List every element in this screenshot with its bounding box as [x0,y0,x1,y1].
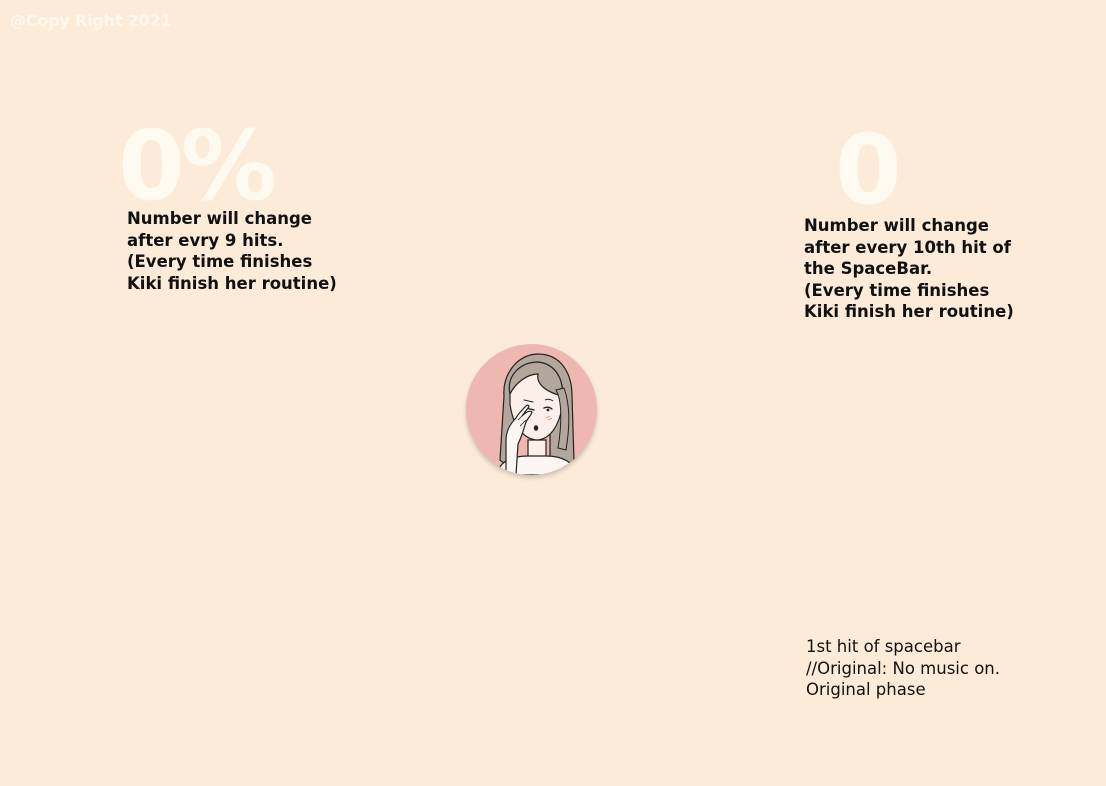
page: @Copy Right 2021 0% Number will change a… [0,0,1106,786]
copyright-text: @Copy Right 2021 [10,11,172,30]
phase-note: 1st hit of spacebar //Original: No music… [806,637,1000,699]
progress-percent: 0% [118,110,277,222]
kiki-avatar[interactable] [466,344,597,475]
progress-note: Number will change after evry 9 hits. (E… [127,209,337,293]
girl-touching-eye-icon [495,353,579,475]
counter-note: Number will change after every 10th hit … [804,216,1014,321]
hit-counter: 0 [835,114,902,226]
